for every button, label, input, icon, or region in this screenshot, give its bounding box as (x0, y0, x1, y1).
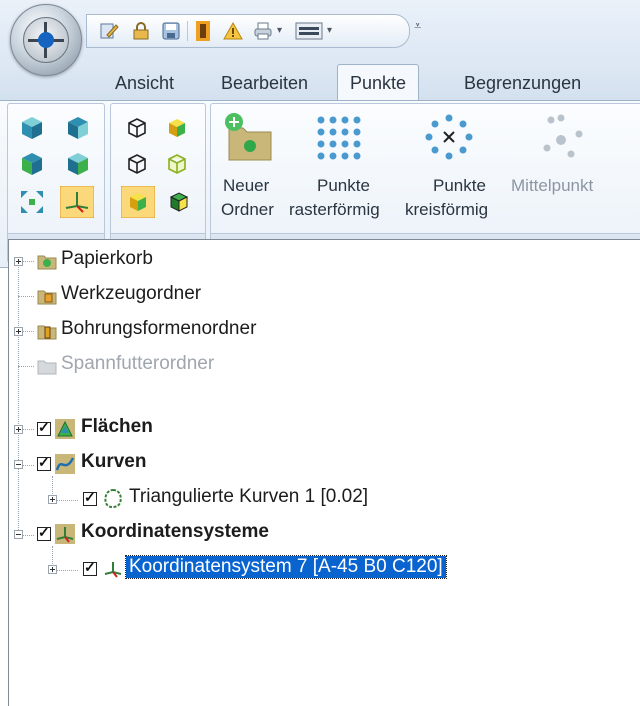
view-cube-right-icon[interactable] (64, 114, 92, 142)
view-cube-front-icon[interactable] (18, 114, 46, 142)
print-dropdown-icon[interactable]: ▾ (277, 25, 282, 36)
circular-points-button[interactable]: Punkte kreisförmig (397, 104, 499, 234)
checkbox-triangulierte-kurven[interactable] (83, 489, 97, 506)
midpoint-button[interactable]: Mittelpunkt (501, 104, 640, 234)
tree-node-kurven[interactable]: Kurven (81, 451, 146, 473)
app-logo-icon (23, 17, 69, 63)
midpoint-label: Mittelpunkt (511, 176, 594, 195)
expand-triangulierte-kurven[interactable] (48, 495, 57, 504)
shaded-icon[interactable] (163, 114, 191, 142)
checkbox-kurven[interactable] (37, 454, 51, 471)
shaded-wireframe-icon[interactable] (121, 186, 155, 218)
chuck-folder-icon (37, 360, 57, 375)
tree-node-koordinatensysteme[interactable]: Koordinatensysteme (81, 521, 269, 543)
zoom-extents-icon[interactable] (18, 188, 46, 216)
circular-points-icon (425, 114, 473, 160)
display-dropdown-icon[interactable]: ▾ (327, 25, 332, 36)
checkbox-koordinatensystem-7[interactable] (83, 559, 97, 576)
curves-icon (55, 454, 75, 474)
collapse-koordinatensysteme[interactable] (14, 530, 23, 539)
checkbox-koordinatensysteme[interactable] (37, 524, 51, 541)
midpoint-icon (543, 114, 583, 158)
tab-begrenzungen[interactable]: Begrenzungen (464, 73, 581, 94)
quick-access-toolbar: ▾ ▾ (86, 14, 410, 48)
save-icon[interactable] (161, 21, 181, 41)
tree-node-werkzeugordner[interactable]: Werkzeugordner (61, 283, 201, 305)
grid-points-button[interactable]: Punkte rasterförmig (285, 104, 395, 234)
lock-icon[interactable] (131, 21, 151, 41)
tree-node-papierkorb[interactable]: Papierkorb (61, 248, 153, 270)
application-menu-button[interactable] (10, 4, 82, 76)
object-tree: Papierkorb Werkzeugordner Bohrungsformen… (8, 239, 640, 706)
new-folder-button[interactable]: Neuer Ordner (213, 104, 283, 234)
quick-access-bar: ▾ ▾ ⩡ (0, 0, 640, 60)
tree-node-triangulierte-kurven[interactable]: Triangulierte Kurven 1 [0.02] (129, 486, 368, 508)
expand-flaechen[interactable] (14, 425, 23, 434)
expand-bohrungsformenordner[interactable] (14, 327, 23, 336)
tab-ansicht[interactable]: Ansicht (115, 73, 174, 94)
customize-toolbar-icon[interactable]: ⩡ (414, 18, 421, 34)
print-icon[interactable] (253, 21, 273, 41)
grid-points-label-1: Punkte (317, 176, 370, 195)
tab-punkte[interactable]: Punkte (337, 64, 420, 100)
tree-node-spannfutterordner[interactable]: Spannfutterordner (61, 353, 214, 375)
view-cube-top-icon[interactable] (18, 150, 46, 178)
new-folder-label-1: Neuer (223, 176, 270, 195)
grid-points-icon (317, 116, 361, 160)
tab-bearbeiten[interactable]: Bearbeiten (221, 73, 308, 94)
surfaces-icon (55, 419, 75, 439)
view-cube-iso-icon[interactable] (64, 150, 92, 178)
tree-node-flaechen[interactable]: Flächen (81, 416, 153, 438)
ribbon-tab-bar: Ansicht Bearbeiten Punkte Begrenzungen (0, 60, 640, 101)
recycle-bin-folder-icon (37, 255, 57, 270)
coordinate-systems-icon (55, 524, 75, 544)
new-folder-icon (225, 113, 272, 161)
tool-folder-icon (37, 290, 57, 305)
display-settings-icon[interactable] (295, 21, 323, 41)
coordinate-view-icon[interactable] (60, 186, 94, 218)
expand-koordinatensystem-7[interactable] (48, 565, 57, 574)
new-folder-label-2: Ordner (221, 200, 274, 219)
transparent-icon[interactable] (163, 150, 191, 178)
edit-icon[interactable] (99, 21, 119, 41)
hole-shape-folder-icon (37, 325, 57, 340)
collapse-kurven[interactable] (14, 460, 23, 469)
circular-points-label-1: Punkte (433, 176, 486, 195)
tree-node-bohrungsformenordner[interactable]: Bohrungsformenordner (61, 318, 256, 340)
warning-icon[interactable] (223, 21, 243, 41)
triangulated-curve-icon (104, 489, 122, 509)
info-icon[interactable] (193, 21, 213, 41)
shaded-edges-icon[interactable] (165, 188, 193, 216)
checkbox-flaechen[interactable] (37, 419, 51, 436)
toolbar-separator (187, 21, 188, 41)
wireframe-icon[interactable] (123, 114, 151, 142)
circular-points-label-2: kreisförmig (405, 200, 489, 219)
hidden-lines-icon[interactable] (123, 150, 151, 178)
tree-node-koordinatensystem-7[interactable]: Koordinatensystem 7 [A-45 B0 C120] (125, 555, 447, 579)
coordinate-system-icon (104, 562, 122, 578)
expand-papierkorb[interactable] (14, 257, 23, 266)
grid-points-label-2: rasterförmig (289, 200, 380, 219)
